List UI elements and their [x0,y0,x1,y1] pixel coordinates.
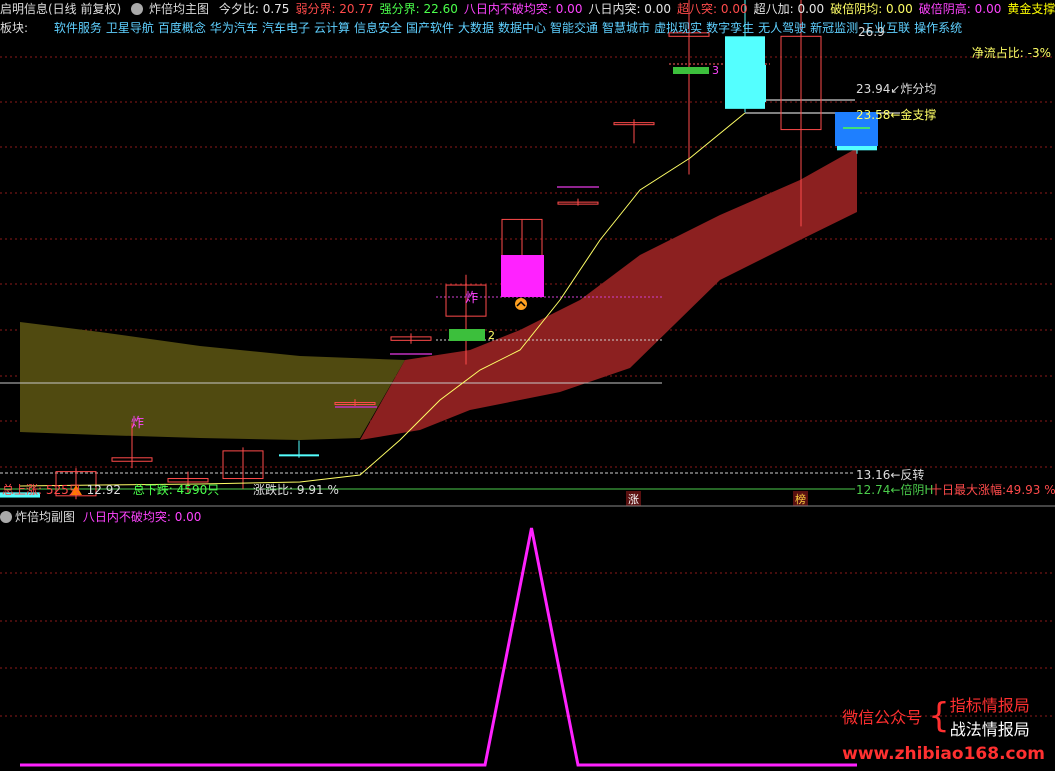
down-value: 4590只 [176,483,220,497]
main-header: 启明信息(日线 前复权) 炸倍均主图 今夕比: 0.75 弱分界: 20.77 强分… [0,0,1055,18]
candle-body [279,454,319,457]
header-indicator-item: 超八加: 0.00 [753,2,825,16]
zha-avg-label: 23.94↙炸分均 [856,82,937,96]
sub-title[interactable]: 炸倍均副图 [15,510,75,524]
watermark-url: www.zhibiao168.com [842,744,1045,764]
header-indicator-item: 黄金支撑: 23.5 [1007,2,1055,16]
indicator-name[interactable]: 炸倍均主图 [149,2,209,16]
sector-item[interactable]: 智能交通 [550,21,598,35]
yin-label: 12.74←倍阴H [856,483,934,497]
sector-item[interactable]: 虚拟现实 [654,21,702,35]
down-label: 总下跌: [132,483,173,497]
up-value: 525只 [45,483,81,497]
sub-indicator-line [20,527,857,767]
band-dark-area [20,322,405,440]
gold-support-label: 23.58←金支撑 [856,108,937,122]
up-label: 总上涨: [2,483,43,497]
zha-label-1: 炸 [131,416,144,431]
sector-item[interactable]: 信息安全 [354,21,402,35]
ratio-label: 涨跌比: [253,483,294,497]
header-indicator-item: 八日内不破均突: 0.00 [463,2,583,16]
sector-item[interactable]: 大数据 [458,21,494,35]
top-price-label: 26.9 [858,25,885,39]
green-bar [673,67,709,74]
header-indicator-item: 弱分界: 20.77 [295,2,374,16]
sector-item[interactable]: 卫星导航 [106,21,154,35]
band-red-area [360,148,857,440]
ratio-value: 9.91 % [296,483,339,497]
settings-icon[interactable] [0,511,12,523]
sub-indicator-value: 0.00 [174,510,202,524]
header-indicator-item: 强分界: 22.60 [379,2,458,16]
sector-item[interactable]: 国产软件 [406,21,454,35]
watermark-left: 微信公众号 [842,708,923,727]
zhang-tag: 涨 [628,493,639,506]
sector-item[interactable]: 数据中心 [498,21,546,35]
signal-box-cyan [725,65,766,102]
net-inflow: 净流占比: -3% [972,44,1051,61]
sector-item[interactable]: 百度概念 [158,21,206,35]
bang-tag: 榜 [795,492,806,506]
mid-value: 12.92 [86,483,121,497]
sector-item[interactable]: 无人驾驶 [758,21,806,35]
sub-header: 炸倍均副图 八日内不破均突: 0.00 [0,508,201,525]
break-label-3: 3 [712,64,719,77]
sector-item[interactable]: 软件服务 [54,21,102,35]
sector-item[interactable]: 智慧城市 [602,21,650,35]
header-indicator-item: 今夕比: 0.75 [218,2,290,16]
settings-icon[interactable] [131,3,144,15]
sector-bar: 板块: 软件服务 卫星导航 百度概念 华为汽车 汽车电子 云计算 信息安全 国产软件 大数据 数据… [0,19,1055,37]
sector-label: 板块: [0,21,29,35]
header-indicator-item: 破倍阴均: 0.00 [830,2,913,16]
sub-indicator-label: 八日内不破均突: [82,510,171,524]
brace-icon: { [928,696,950,736]
green-bar [449,329,485,341]
watermark-right2: 战法情报局 [949,720,1030,739]
sector-item[interactable]: 华为汽车 [210,21,258,35]
sector-item[interactable]: 数字孪生 [706,21,754,35]
net-inflow-value: -3% [1027,46,1051,60]
sector-item[interactable]: 操作系统 [914,21,962,35]
max-gain-label: 十日最大涨幅:49.93 % [930,483,1055,497]
stock-title: 启明信息(日线 前复权) [0,2,122,16]
sector-item[interactable]: 新冠监测 [810,21,858,35]
net-inflow-label: 净流占比: [971,46,1024,60]
break-label-2: 2 [488,329,495,342]
footer-stats: 总上涨: 525只 12.92 总下跌: 4590只 涨跌比: 9.91 % [2,481,339,498]
watermark-right1: 指标情报局 [949,696,1030,715]
header-indicator-item: 八日内突: 0.00 [588,2,672,16]
signal-box-magenta [501,255,544,297]
watermark: 微信公众号 { 指标情报局 战法情报局 www.zhibiao168.com [842,692,1045,764]
header-indicator-item: 超八突: 0.00 [677,2,748,16]
header-indicator-item: 破倍阴高: 0.00 [918,2,1002,16]
zha-label-2: 炸 [465,291,478,306]
sector-item[interactable]: 汽车电子 [262,21,310,35]
up-arrow-icon [515,298,527,310]
sector-item[interactable]: 云计算 [314,21,350,35]
